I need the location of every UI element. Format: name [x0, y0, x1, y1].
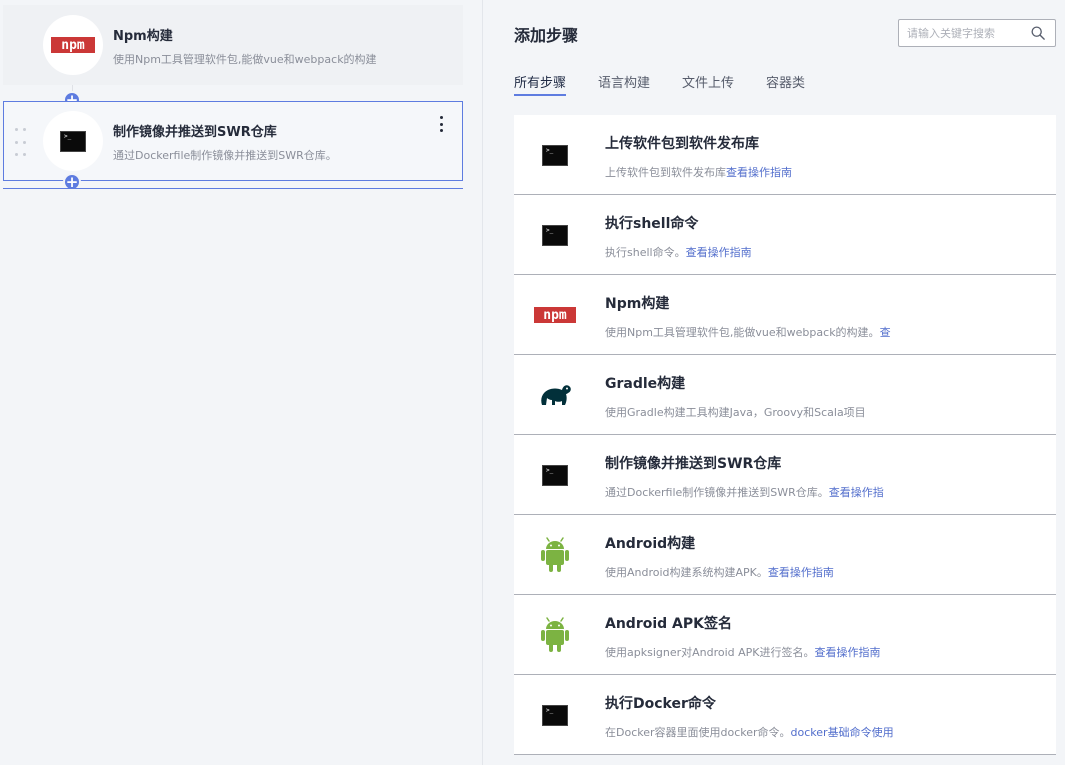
description-text: 使用Npm工具管理软件包,能做vue和webpack的构建。: [605, 326, 880, 339]
guide-link[interactable]: 查看操作指南: [768, 566, 834, 579]
terminal-icon: [60, 130, 86, 152]
pipeline-step-npm[interactable]: npm Npm构建 使用Npm工具管理软件包,能做vue和webpack的构建: [3, 5, 463, 85]
catalog-item-description: 通过Dockerfile制作镜像并推送到SWR仓库。查看操作指: [605, 484, 1045, 500]
search-box: [898, 19, 1056, 47]
catalog-item[interactable]: Android APK签名 使用apksigner对Android APK进行签…: [514, 595, 1056, 675]
catalog-item[interactable]: Gradle构建 使用Gradle构建工具构建Java，Groovy和Scala…: [514, 355, 1056, 435]
step-title: Npm构建: [113, 29, 173, 44]
step-icon-container: [534, 459, 576, 491]
description-text: 使用Gradle构建工具构建Java，Groovy和Scala项目: [605, 406, 866, 419]
catalog-item-title: Gradle构建: [605, 376, 686, 392]
catalog-item-title: 执行shell命令: [605, 216, 699, 232]
guide-link[interactable]: 查看操作指南: [815, 646, 881, 659]
catalog-item-description: 上传软件包到软件发布库查看操作指南: [605, 164, 1045, 180]
drag-handle-icon[interactable]: [15, 128, 27, 156]
terminal-icon: [542, 704, 568, 726]
gradle-icon: [534, 379, 576, 411]
tab-language-build[interactable]: 语言构建: [598, 72, 650, 96]
step-icon-container: [534, 219, 576, 251]
step-icon-container: [534, 139, 576, 171]
description-text: 执行shell命令。: [605, 246, 686, 259]
tab-all-steps[interactable]: 所有步骤: [514, 72, 567, 96]
pipeline-steps-pane: npm Npm构建 使用Npm工具管理软件包,能做vue和webpack的构建 …: [0, 0, 483, 765]
description-text: 通过Dockerfile制作镜像并推送到SWR仓库。: [605, 486, 829, 499]
terminal-icon: [542, 224, 568, 246]
search-icon[interactable]: [1031, 26, 1045, 40]
step-title: 制作镜像并推送到SWR仓库: [113, 125, 277, 140]
catalog-item-title: 执行Docker命令: [605, 696, 716, 712]
catalog-item-description: 使用Android构建系统构建APK。查看操作指南: [605, 564, 1045, 580]
step-description: 通过Dockerfile制作镜像并推送到SWR仓库。: [113, 149, 337, 162]
step-icon-container: npm: [43, 15, 103, 75]
catalog-item-description: 使用apksigner对Android APK进行签名。查看操作指南: [605, 644, 1045, 660]
catalog-item-title: Npm构建: [605, 296, 670, 312]
panel-title: 添加步骤: [514, 26, 579, 45]
catalog-item[interactable]: 制作镜像并推送到SWR仓库 通过Dockerfile制作镜像并推送到SWR仓库。…: [514, 435, 1056, 515]
catalog-item-description: 使用Npm工具管理软件包,能做vue和webpack的构建。查: [605, 324, 1045, 340]
more-options-icon[interactable]: [438, 116, 444, 132]
description-text: 使用apksigner对Android APK进行签名。: [605, 646, 815, 659]
tab-file-upload[interactable]: 文件上传: [682, 72, 734, 96]
step-icon-container: npm: [534, 299, 576, 331]
catalog-item-description: 使用Gradle构建工具构建Java，Groovy和Scala项目: [605, 404, 1045, 420]
description-text: 使用Android构建系统构建APK。: [605, 566, 768, 579]
step-catalog-list: 上传软件包到软件发布库 上传软件包到软件发布库查看操作指南 执行shell命令 …: [514, 115, 1056, 755]
guide-link[interactable]: 查: [880, 326, 891, 339]
npm-icon: npm: [534, 307, 576, 323]
terminal-icon: [542, 464, 568, 486]
catalog-item-description: 在Docker容器里面使用docker命令。docker基础命令使用: [605, 724, 1045, 740]
catalog-item[interactable]: npm Npm构建 使用Npm工具管理软件包,能做vue和webpack的构建。…: [514, 275, 1056, 355]
add-step-panel: 添加步骤 所有步骤 语言构建 文件上传 容器类 上传软件包到软件发布库 上传软件…: [484, 0, 1065, 765]
terminal-icon: [542, 144, 568, 166]
divider: [3, 188, 463, 189]
guide-link[interactable]: 查看操作指南: [726, 166, 792, 179]
catalog-item-title: Android APK签名: [605, 616, 732, 632]
step-icon-container: [43, 111, 103, 171]
step-icon-container: [534, 699, 576, 731]
catalog-item[interactable]: 执行Docker命令 在Docker容器里面使用docker命令。docker基…: [514, 675, 1056, 755]
npm-icon: npm: [51, 37, 95, 53]
catalog-item[interactable]: 执行shell命令 执行shell命令。查看操作指南: [514, 195, 1056, 275]
catalog-item-title: 上传软件包到软件发布库: [605, 136, 759, 152]
guide-link[interactable]: docker基础命令使用: [791, 726, 894, 739]
pipeline-step-swr[interactable]: 制作镜像并推送到SWR仓库 通过Dockerfile制作镜像并推送到SWR仓库。: [3, 101, 463, 181]
android-icon: [534, 537, 576, 572]
guide-link[interactable]: 查看操作指: [829, 486, 884, 499]
category-tabs: 所有步骤 语言构建 文件上传 容器类: [514, 72, 837, 96]
tab-containers[interactable]: 容器类: [766, 72, 805, 96]
catalog-item-title: 制作镜像并推送到SWR仓库: [605, 456, 782, 472]
search-input[interactable]: [899, 20, 1024, 46]
catalog-item-title: Android构建: [605, 536, 696, 552]
description-text: 上传软件包到软件发布库: [605, 166, 726, 179]
description-text: 在Docker容器里面使用docker命令。: [605, 726, 791, 739]
step-description: 使用Npm工具管理软件包,能做vue和webpack的构建: [113, 53, 377, 66]
guide-link[interactable]: 查看操作指南: [686, 246, 752, 259]
android-icon: [534, 617, 576, 652]
catalog-item[interactable]: Android构建 使用Android构建系统构建APK。查看操作指南: [514, 515, 1056, 595]
catalog-item[interactable]: 上传软件包到软件发布库 上传软件包到软件发布库查看操作指南: [514, 115, 1056, 195]
catalog-item-description: 执行shell命令。查看操作指南: [605, 244, 1045, 260]
